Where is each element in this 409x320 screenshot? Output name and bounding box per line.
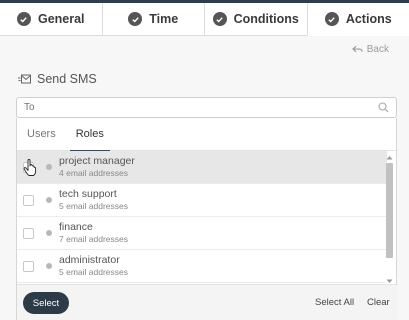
recipient-tabs: Users Roles [17, 118, 398, 152]
role-checkbox[interactable] [23, 227, 34, 239]
role-checkbox[interactable] [23, 194, 34, 206]
send-sms-label: Send SMS [37, 72, 97, 86]
select-button[interactable]: Select [23, 292, 69, 314]
tab-roles[interactable]: Roles [66, 118, 114, 152]
role-name: tech support [59, 188, 117, 200]
tab-label: Conditions [233, 12, 299, 26]
tab-users[interactable]: Users [17, 118, 66, 151]
tab-actions[interactable]: Actions [307, 3, 409, 36]
back-arrow-icon [351, 45, 363, 53]
check-circle-icon [324, 12, 339, 26]
check-circle-icon [212, 12, 227, 26]
back-label: Back [366, 44, 389, 55]
wizard-tabs: General Time Conditions Actions [0, 3, 409, 36]
tab-conditions[interactable]: Conditions [205, 3, 308, 35]
role-detail: 4 email addresses [59, 168, 128, 178]
role-name: finance [59, 221, 93, 233]
roles-list: project manager 4 email addresses tech s… [17, 151, 387, 284]
list-scrollbar[interactable] [386, 155, 393, 284]
to-field[interactable] [16, 97, 397, 118]
search-icon[interactable] [378, 102, 389, 113]
list-item[interactable]: administrator 5 email addresses [17, 250, 387, 283]
role-checkbox[interactable] [23, 260, 34, 272]
to-input[interactable] [24, 102, 396, 113]
envelope-icon [18, 74, 31, 84]
role-detail: 5 email addresses [59, 267, 128, 277]
send-sms-heading: Send SMS [18, 72, 97, 86]
list-item[interactable]: finance 7 email addresses [17, 217, 387, 250]
hand-cursor-icon [23, 159, 37, 176]
status-dot [46, 164, 52, 170]
clear-link[interactable]: Clear [367, 297, 390, 308]
list-item[interactable]: tech support 5 email addresses [17, 184, 387, 217]
list-item[interactable]: project manager 4 email addresses [17, 151, 387, 184]
recipient-picker: Users Roles project manager 4 email addr… [16, 118, 398, 320]
role-detail: 7 email addresses [59, 234, 128, 244]
select-all-link[interactable]: Select All [315, 297, 354, 308]
status-dot [46, 230, 52, 236]
tab-general[interactable]: General [0, 3, 103, 35]
tab-label: General [37, 12, 85, 26]
role-name: project manager [59, 155, 135, 167]
status-dot [46, 263, 52, 269]
scroll-up-arrow-icon[interactable] [386, 155, 393, 160]
role-detail: 5 email addresses [59, 201, 128, 211]
tab-label: Actions [345, 12, 392, 26]
back-link[interactable]: Back [351, 44, 389, 55]
check-circle-icon [128, 12, 143, 26]
tab-time[interactable]: Time [103, 3, 205, 35]
scrollbar-thumb[interactable] [386, 163, 393, 258]
picker-footer: Select Select All Clear [17, 284, 398, 320]
tab-label: Time [149, 12, 179, 26]
role-name: administrator [59, 254, 120, 266]
status-dot [46, 197, 52, 203]
check-circle-icon [16, 12, 31, 26]
